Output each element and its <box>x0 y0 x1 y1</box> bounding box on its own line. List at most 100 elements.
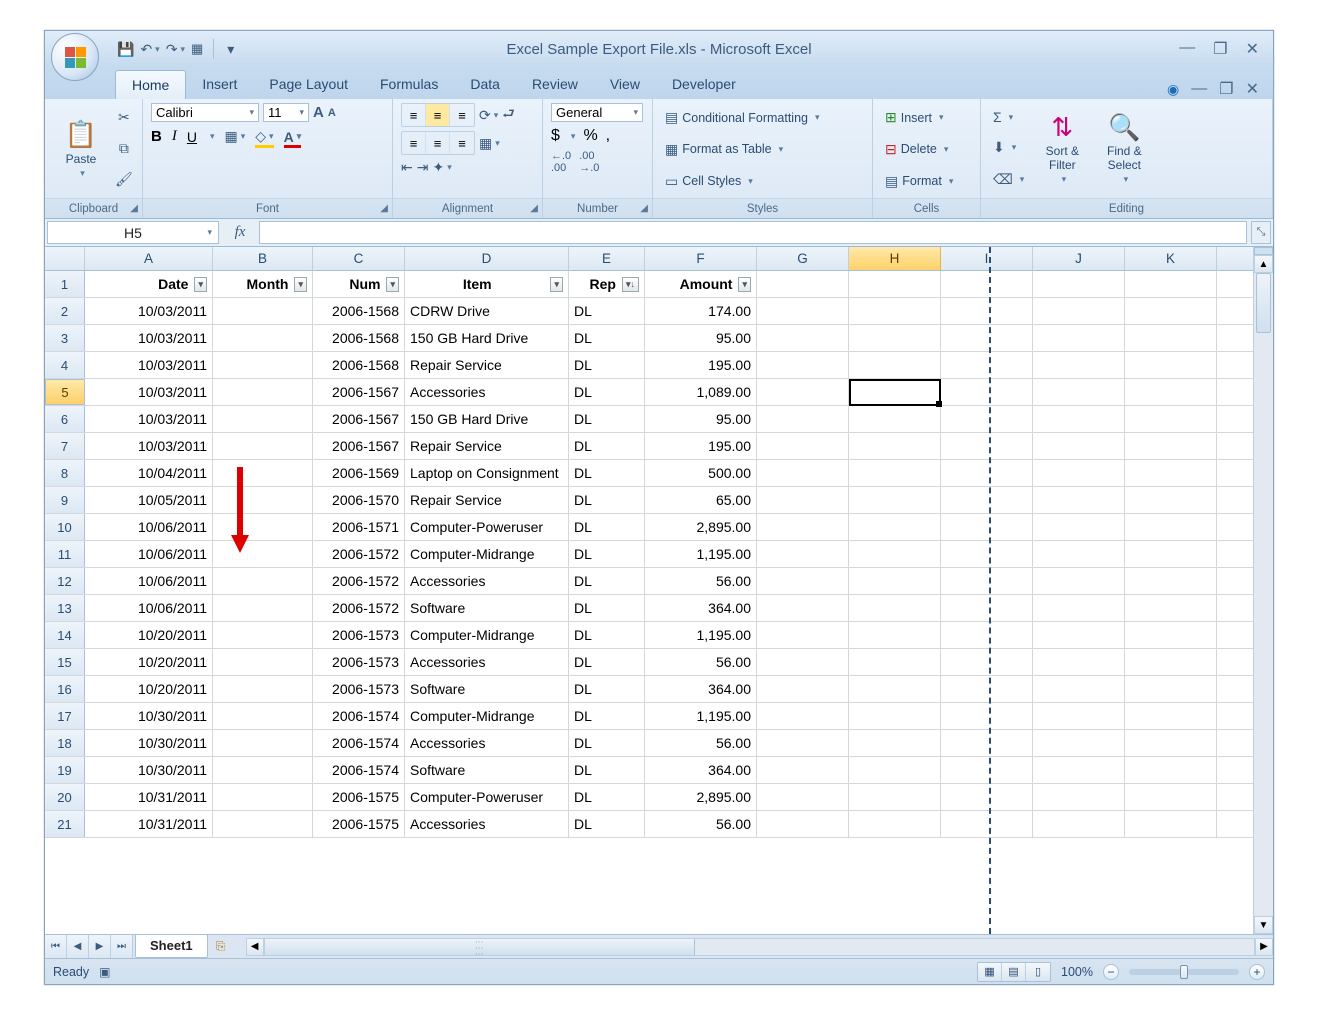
row-header[interactable]: 7 <box>45 433 85 459</box>
dec-indent-icon[interactable]: ⇤ <box>401 159 413 176</box>
redo-icon[interactable]: ↷▾ <box>166 41 185 58</box>
filter-num-icon[interactable]: ▾ <box>386 277 399 292</box>
customize-qat-icon[interactable]: ▾ <box>227 41 234 58</box>
cut-icon[interactable]: ✂ <box>115 109 133 126</box>
zoom-knob[interactable] <box>1180 965 1188 979</box>
column-header-J[interactable]: J <box>1033 247 1125 270</box>
font-name-selector[interactable]: Calibri▾ <box>151 103 259 122</box>
table-row[interactable]: 510/03/20112006-1567AccessoriesDL1,089.0… <box>45 379 1273 406</box>
font-color-icon[interactable]: A▾ <box>284 129 302 145</box>
grow-font-icon[interactable]: A <box>313 104 324 121</box>
sheet-tab[interactable]: Sheet1 <box>135 935 208 958</box>
fill-button[interactable]: ⬇▾ <box>989 138 1028 157</box>
table-row[interactable]: 1310/06/20112006-1572SoftwareDL364.00 <box>45 595 1273 622</box>
select-all-corner[interactable] <box>45 247 85 270</box>
filter-date-icon[interactable]: ▾ <box>194 277 207 292</box>
print-preview-icon[interactable]: ▦ <box>191 41 203 57</box>
last-sheet-icon[interactable]: ⏭ <box>111 935 133 958</box>
scroll-down-icon[interactable]: ▼ <box>1254 916 1273 934</box>
format-painter-icon[interactable]: 🖌 <box>115 171 133 188</box>
row-header[interactable]: 13 <box>45 595 85 621</box>
autosum-button[interactable]: Σ▾ <box>989 108 1028 126</box>
tab-data[interactable]: Data <box>454 70 516 99</box>
row-header[interactable]: 15 <box>45 649 85 675</box>
tab-formulas[interactable]: Formulas <box>364 70 454 99</box>
tab-home[interactable]: Home <box>115 70 186 99</box>
table-row[interactable]: 410/03/20112006-1568Repair ServiceDL195.… <box>45 352 1273 379</box>
table-row[interactable]: 1910/30/20112006-1574SoftwareDL364.00 <box>45 757 1273 784</box>
table-row[interactable]: 1210/06/20112006-1572AccessoriesDL56.00 <box>45 568 1273 595</box>
expand-formula-bar[interactable]: ⤡ <box>1251 221 1271 244</box>
table-row[interactable]: 1710/30/20112006-1574Computer-MidrangeDL… <box>45 703 1273 730</box>
cell-styles-button[interactable]: ▭Cell Styles▾ <box>661 172 864 191</box>
row-header[interactable]: 17 <box>45 703 85 729</box>
table-row[interactable]: 310/03/20112006-1568150 GB Hard DriveDL9… <box>45 325 1273 352</box>
row-header[interactable]: 5 <box>45 379 85 405</box>
row-header[interactable]: 6 <box>45 406 85 432</box>
column-header-C[interactable]: C <box>313 247 405 270</box>
orientation-icon[interactable]: ⟳▾ <box>479 107 498 124</box>
column-header-I[interactable]: I <box>941 247 1033 270</box>
underline-button[interactable]: U <box>187 129 197 145</box>
column-header-G[interactable]: G <box>757 247 849 270</box>
save-icon[interactable]: 💾 <box>117 41 134 58</box>
tab-insert[interactable]: Insert <box>186 70 253 99</box>
row-header[interactable]: 10 <box>45 514 85 540</box>
row-header[interactable]: 12 <box>45 568 85 594</box>
column-header-K[interactable]: K <box>1125 247 1217 270</box>
format-as-table-button[interactable]: ▦Format as Table▾ <box>661 140 864 159</box>
workbook-restore[interactable]: ❐ <box>1219 79 1233 99</box>
find-select-button[interactable]: 🔍Find & Select▾ <box>1096 103 1152 194</box>
number-format-selector[interactable]: General▾ <box>551 103 643 122</box>
decrease-decimal-icon[interactable]: .00→.0 <box>579 150 599 174</box>
tab-page-layout[interactable]: Page Layout <box>253 70 364 99</box>
prev-sheet-icon[interactable]: ◀ <box>67 935 89 958</box>
column-header-A[interactable]: A <box>85 247 213 270</box>
hscroll-thumb[interactable] <box>265 939 695 955</box>
vscroll-thumb[interactable] <box>1256 273 1271 333</box>
border-icon[interactable]: ▦▾ <box>225 128 246 145</box>
merge-center-icon[interactable]: ▦▾ <box>479 135 500 152</box>
table-row[interactable]: 2110/31/20112006-1575AccessoriesDL56.00 <box>45 811 1273 838</box>
office-button[interactable] <box>51 33 99 81</box>
fill-color-icon[interactable]: ◇▾ <box>255 128 273 145</box>
row-header[interactable]: 3 <box>45 325 85 351</box>
row-header[interactable]: 19 <box>45 757 85 783</box>
comma-button[interactable]: , <box>606 127 610 145</box>
row-header[interactable]: 16 <box>45 676 85 702</box>
filter-rep-icon[interactable]: ▾↓ <box>622 277 639 292</box>
inc-indent-icon[interactable]: ⇥ <box>417 159 429 176</box>
macro-record-icon[interactable]: ▣ <box>99 965 110 979</box>
new-sheet-icon[interactable]: ⎘ <box>208 935 234 958</box>
row-header[interactable]: 11 <box>45 541 85 567</box>
table-row[interactable]: 1510/20/20112006-1573AccessoriesDL56.00 <box>45 649 1273 676</box>
zoom-level[interactable]: 100% <box>1061 965 1093 979</box>
halign-buttons[interactable]: ≡≡≡ <box>401 131 475 155</box>
table-row[interactable]: 610/03/20112006-1567150 GB Hard DriveDL9… <box>45 406 1273 433</box>
filter-item-icon[interactable]: ▾ <box>550 277 563 292</box>
tab-view[interactable]: View <box>594 70 656 99</box>
insert-cells-button[interactable]: ⊞Insert▾ <box>881 108 972 127</box>
zoom-in-button[interactable]: + <box>1249 964 1265 980</box>
first-sheet-icon[interactable]: ⏮ <box>45 935 67 958</box>
filter-amount-icon[interactable]: ▾ <box>738 277 751 292</box>
font-size-selector[interactable]: 11▾ <box>263 103 309 122</box>
clear-button[interactable]: ⌫▾ <box>989 170 1028 189</box>
clipboard-launcher-icon[interactable]: ◢ <box>130 203 138 214</box>
conditional-formatting-button[interactable]: ▤Conditional Formatting▾ <box>661 108 864 127</box>
row-header[interactable]: 2 <box>45 298 85 324</box>
close-button[interactable]: ✕ <box>1246 39 1259 59</box>
vertical-scrollbar[interactable]: ▲ ▼ <box>1253 247 1273 934</box>
tab-review[interactable]: Review <box>516 70 594 99</box>
scroll-right-icon[interactable]: ▶ <box>1255 938 1273 956</box>
italic-button[interactable]: I <box>172 128 177 145</box>
percent-button[interactable]: % <box>583 127 597 145</box>
increase-decimal-icon[interactable]: ←.0.00 <box>551 150 571 174</box>
row-header[interactable]: 18 <box>45 730 85 756</box>
scroll-left-icon[interactable]: ◀ <box>246 938 264 956</box>
column-header-B[interactable]: B <box>213 247 313 270</box>
formula-input[interactable] <box>259 221 1247 244</box>
row-header[interactable]: 21 <box>45 811 85 837</box>
currency-button[interactable]: $ <box>551 127 560 145</box>
workbook-minimize[interactable]: — <box>1191 80 1207 98</box>
